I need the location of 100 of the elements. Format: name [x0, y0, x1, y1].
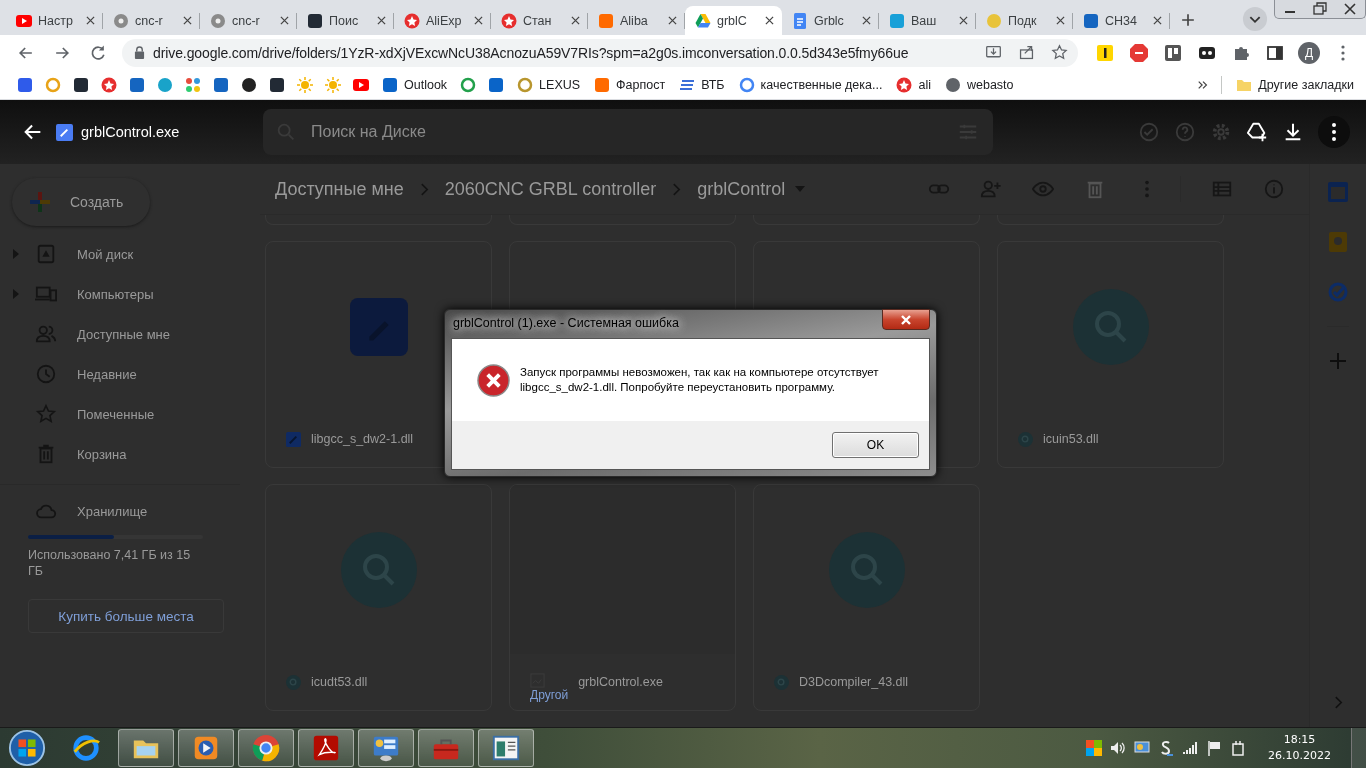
browser-tab[interactable]: AliExp	[394, 6, 491, 35]
browser-tab[interactable]: cnc-r	[103, 6, 200, 35]
taskbar-button[interactable]	[418, 729, 474, 767]
bookmark[interactable]: качественные дека...	[734, 73, 887, 96]
bookmark[interactable]: webasto	[940, 73, 1018, 96]
bookmark-label[interactable]: webasto	[966, 77, 1014, 92]
clock-date: 26.10.2022	[1268, 748, 1331, 764]
breadcrumb[interactable]: Доступные мне	[273, 178, 406, 200]
close-icon[interactable]	[959, 16, 968, 25]
power-icon[interactable]	[1230, 740, 1246, 756]
circle-icon	[241, 76, 257, 93]
adblock-icon[interactable]	[1130, 43, 1148, 62]
globe-icon	[944, 76, 961, 93]
buy-storage-button[interactable]: Купить больше места	[28, 599, 224, 633]
close-icon[interactable]	[862, 16, 871, 25]
profile-avatar[interactable]: Д	[1298, 41, 1320, 64]
taskbar-button[interactable]	[238, 729, 294, 767]
bookmark-label[interactable]: Outlook	[404, 77, 448, 92]
coin-icon	[986, 12, 1002, 29]
close-icon[interactable]	[377, 16, 386, 25]
file-type-icon	[774, 674, 789, 690]
bookmark[interactable]: ВТБ	[675, 73, 729, 96]
close-icon[interactable]	[280, 16, 289, 25]
messenger-icon[interactable]	[1158, 740, 1174, 756]
side-panel-icon[interactable]	[1266, 43, 1284, 62]
bookmark-label[interactable]: ВТБ	[701, 77, 725, 92]
breadcrumb[interactable]: grblControl	[695, 178, 788, 200]
ok-button[interactable]: OK	[832, 432, 919, 458]
close-icon[interactable]	[86, 16, 95, 25]
taskbar-button[interactable]	[358, 729, 414, 767]
browser-tab[interactable]: Поис	[297, 6, 394, 35]
bookmark[interactable]: Фарпост	[590, 73, 670, 96]
nav-item[interactable]: Недавние	[0, 354, 260, 394]
close-icon[interactable]	[1153, 16, 1162, 25]
flag-icon[interactable]	[1206, 740, 1222, 756]
add-to-drive-icon[interactable]	[1246, 121, 1268, 143]
clock[interactable]: 18:15 26.10.2022	[1268, 732, 1331, 764]
square-icon	[269, 76, 285, 93]
close-icon[interactable]	[571, 16, 580, 25]
taskbar-button[interactable]	[478, 729, 534, 767]
file-card[interactable]: icudt53.dll	[265, 484, 492, 711]
address-field[interactable]: drive.google.com/drive/folders/1YzR-xdXjVExcwNcU38AcnozuA59V7RIs?spm=a2g0s.imconversation.0.0.5d343e5fmy66ue	[122, 38, 1078, 67]
browser-tab[interactable]: Ваш	[879, 6, 976, 35]
file-name: icuin53.dll	[1043, 432, 1099, 446]
breadcrumb[interactable]: 2060CNC GRBL controller	[442, 178, 659, 200]
storage-item[interactable]: Хранилище	[0, 491, 260, 531]
close-icon[interactable]	[668, 16, 677, 25]
nav-item[interactable]: Корзина	[0, 434, 260, 474]
extension-icon[interactable]	[1164, 43, 1182, 62]
bookmark-star-icon[interactable]	[1051, 44, 1068, 61]
tab-search-icon[interactable]	[1242, 6, 1268, 32]
drive-icon	[35, 243, 57, 265]
network-monitor-icon[interactable]	[1134, 740, 1150, 756]
bookmark[interactable]: Outlook	[378, 73, 452, 96]
file-card[interactable]: icuin53.dll	[997, 241, 1224, 468]
file-title: grblControl.exe	[81, 124, 181, 140]
taskbar-button[interactable]	[178, 729, 234, 767]
bookmark[interactable]: LEXUS	[513, 73, 585, 96]
browser-tab[interactable]: Настр	[6, 6, 103, 35]
close-icon[interactable]	[474, 16, 483, 25]
more-options-icon[interactable]	[1318, 116, 1350, 148]
file-name: icudt53.dll	[311, 675, 368, 689]
file-card[interactable]: Другой grblControl.exe	[509, 484, 736, 711]
share-icon[interactable]	[1018, 44, 1035, 61]
start-button[interactable]	[8, 729, 46, 767]
nav-item[interactable]: Мой диск	[0, 234, 260, 274]
app-file-icon	[56, 123, 73, 141]
nav-item[interactable]: Доступные мне	[0, 314, 260, 354]
browser-tab[interactable]: grblC	[685, 6, 782, 35]
signal-icon[interactable]	[1182, 740, 1198, 756]
extension-icon[interactable]	[1096, 43, 1114, 62]
browser-tab[interactable]: Стан	[491, 6, 588, 35]
browser-tab[interactable]: Подк	[976, 6, 1073, 35]
bookmark-folder[interactable]: Другие закладки	[1232, 73, 1358, 96]
sun-icon	[325, 76, 341, 93]
nav-item[interactable]: Помеченные	[0, 394, 260, 434]
check-circle-icon[interactable]	[1138, 121, 1160, 143]
create-button[interactable]: Создать	[12, 178, 150, 226]
close-icon[interactable]	[765, 16, 774, 25]
chevron-icon[interactable]	[1197, 78, 1210, 91]
taskbar-button[interactable]	[298, 729, 354, 767]
close-icon[interactable]	[1056, 16, 1065, 25]
nav-item[interactable]: Компьютеры	[0, 274, 260, 314]
bookmark-label[interactable]: ali	[918, 77, 931, 92]
close-icon[interactable]	[183, 16, 192, 25]
bookmark-label[interactable]: LEXUS	[539, 77, 581, 92]
browser-tab[interactable]: Aliba	[588, 6, 685, 35]
close-button[interactable]	[882, 309, 930, 330]
cog-icon	[113, 12, 129, 29]
error-message: Запуск программы невозможен, так как на компьютере отсутствует libgcc_s_dw2-1.dll. Попробуйте переустановить программу.	[520, 365, 880, 395]
volume-icon[interactable]	[1110, 740, 1126, 756]
file-card[interactable]: D3Dcompiler_43.dll	[753, 484, 980, 711]
bookmark-folder-label[interactable]: Другие закладки	[1258, 77, 1354, 92]
bookmark[interactable]: ali	[892, 73, 935, 96]
bookmark-label[interactable]: качественные дека...	[760, 77, 883, 92]
browser-tab[interactable]: Grblc	[782, 6, 879, 35]
bookmark-label[interactable]: Фарпост	[616, 77, 666, 92]
taskbar-button[interactable]	[118, 729, 174, 767]
browser-tab[interactable]: cnc-r	[200, 6, 297, 35]
browser-tab[interactable]: CH34	[1073, 6, 1170, 35]
